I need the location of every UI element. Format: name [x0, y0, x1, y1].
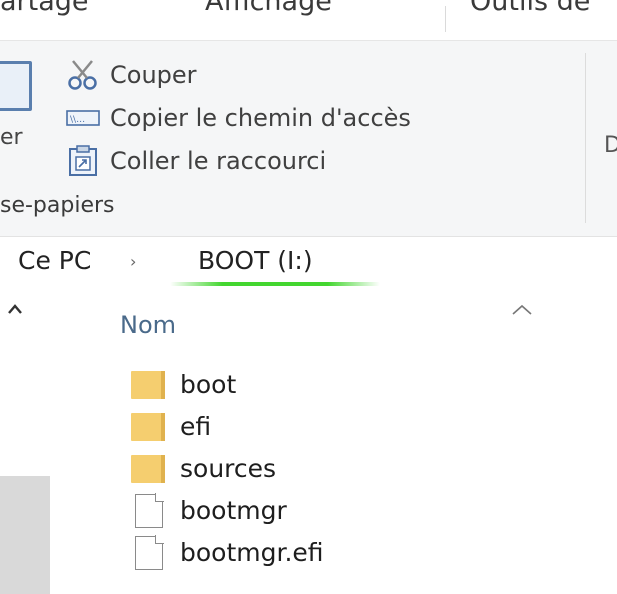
list-item[interactable]: efi: [128, 407, 211, 445]
item-name: bootmgr.efi: [180, 537, 324, 567]
list-item[interactable]: bootmgr.efi: [128, 533, 324, 571]
cut-button[interactable]: Couper: [64, 57, 197, 93]
paste-shortcut-label: Coller le raccourci: [110, 147, 327, 175]
item-name: boot: [180, 369, 237, 399]
folder-icon: [128, 409, 166, 443]
nav-scrollbar[interactable]: [0, 476, 50, 594]
sort-ascending-icon[interactable]: [510, 302, 534, 316]
ribbon-group-divider: [585, 53, 586, 223]
folder-icon: [128, 367, 166, 401]
next-group-partial[interactable]: D: [604, 133, 617, 158]
tab-outils[interactable]: Outils de: [470, 0, 590, 17]
cut-label: Couper: [110, 61, 197, 89]
list-item[interactable]: bootmgr: [128, 491, 287, 529]
svg-text:\\…: \\…: [70, 115, 85, 125]
list-item[interactable]: boot: [128, 365, 236, 403]
tab-divider: [445, 6, 446, 32]
clipboard-group-label: se-papiers: [0, 193, 115, 218]
column-header-name[interactable]: Nom: [120, 311, 176, 339]
address-bar[interactable]: Ce PC › BOOT (I:): [0, 238, 617, 284]
breadcrumb-separator-icon[interactable]: ›: [130, 252, 136, 271]
copy-path-button[interactable]: \\… Copier le chemin d'accès: [64, 100, 411, 136]
tab-affichage[interactable]: Affichage: [205, 0, 332, 17]
file-icon: [128, 493, 166, 528]
paste-icon[interactable]: [0, 61, 32, 111]
copy-path-label: Copier le chemin d'accès: [110, 104, 411, 132]
ribbon-clipboard-group: er Couper \\… Copier le chemin d'accès C…: [0, 40, 617, 237]
ribbon-tabs: artage Affichage Outils de: [0, 0, 617, 40]
folder-icon: [128, 451, 166, 485]
focus-underline: [170, 282, 380, 286]
file-icon: [128, 535, 166, 570]
item-name: bootmgr: [180, 495, 287, 525]
item-name: efi: [180, 411, 212, 441]
copy-path-icon: \\…: [64, 100, 102, 136]
paste-button-label[interactable]: er: [0, 125, 23, 150]
tab-partage[interactable]: artage: [0, 0, 89, 17]
breadcrumb-boot[interactable]: BOOT (I:): [198, 246, 313, 275]
item-name: sources: [180, 453, 277, 483]
scissors-icon: [64, 57, 102, 93]
nav-scroll-up-icon[interactable]: [8, 302, 22, 316]
paste-shortcut-button[interactable]: Coller le raccourci: [64, 143, 326, 179]
breadcrumb-ce-pc[interactable]: Ce PC: [18, 246, 91, 275]
paste-shortcut-icon: [64, 143, 102, 179]
navigation-pane[interactable]: [0, 292, 62, 594]
list-item[interactable]: sources: [128, 449, 276, 487]
